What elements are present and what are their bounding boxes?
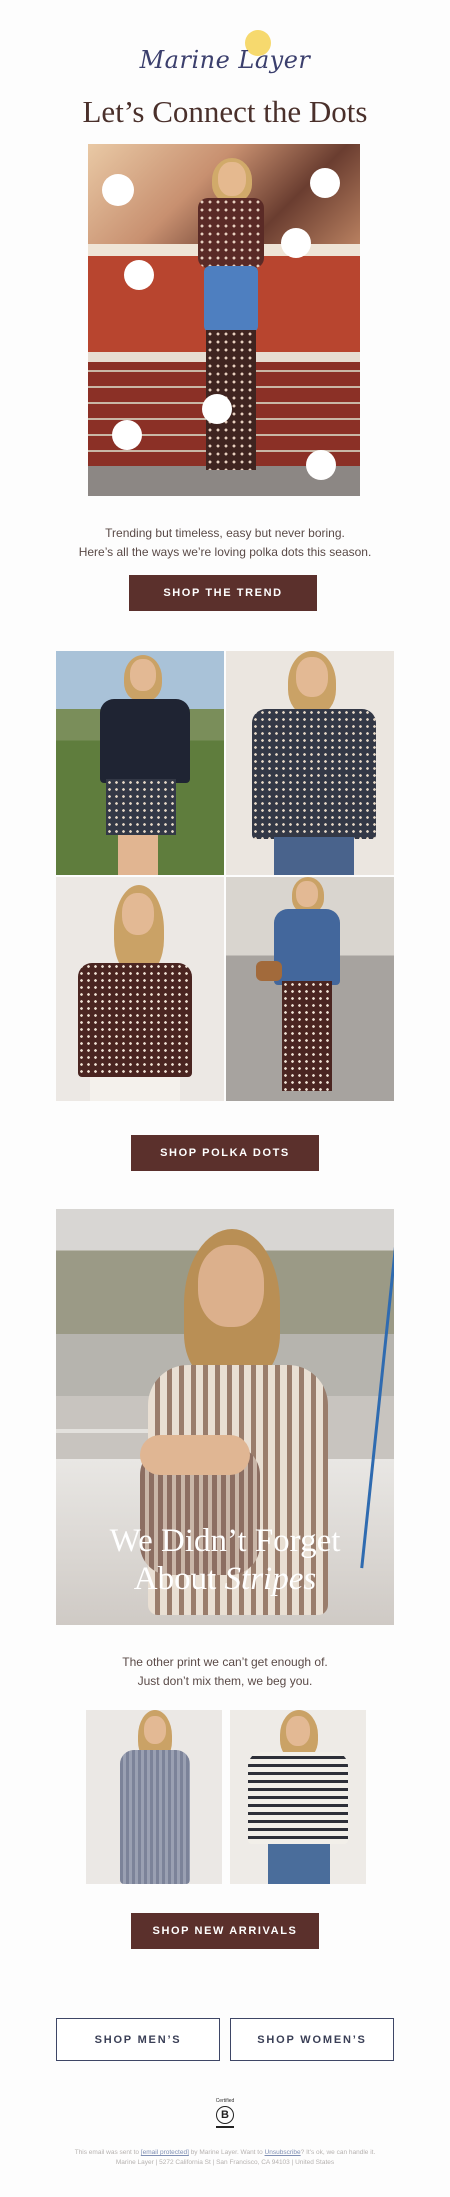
polka-dot-graphic (102, 174, 134, 206)
page-title: Let’s Connect the Dots (82, 94, 368, 129)
email-link[interactable]: [email protected] (141, 2149, 189, 2156)
model-figure (196, 158, 266, 482)
intro-line-2: Here’s all the ways we’re loving polka d… (78, 545, 372, 559)
email-body: Marine Layer Let’s Connect the Dots Tren… (0, 0, 450, 2197)
footer-line-1: This email was sent to [email protected]… (74, 2149, 376, 2156)
polka-dot-graphic (281, 228, 311, 258)
polka-dot-graphic (306, 450, 336, 480)
intro-copy: Trending but timeless, easy but never bo… (0, 524, 450, 562)
stripes-title-line-1: We Didn’t Forget (109, 1523, 341, 1559)
b-corp-logo: Certified B (214, 2098, 236, 2132)
shop-new-arrivals-button[interactable]: SHOP NEW ARRIVALS (131, 1913, 319, 1949)
stripes-copy-line-2: Just don’t mix them, we beg you. (137, 1674, 313, 1688)
stripes-photo-1[interactable] (86, 1710, 222, 1884)
stripes-title-line-2: About Stripes (133, 1561, 317, 1597)
footer-address: Marine Layer | 5272 California St | San … (115, 2159, 335, 2166)
shop-the-trend-button[interactable]: SHOP THE TREND (129, 575, 317, 611)
polka-photo-1[interactable] (56, 651, 224, 875)
polka-dot-graphic (202, 394, 232, 424)
logo-text: Marine Layer (139, 46, 311, 74)
bcorp-b-icon: B (216, 2106, 234, 2124)
stripes-copy-line-1: The other print we can’t get enough of. (122, 1655, 328, 1669)
polka-photo-3[interactable] (56, 877, 224, 1101)
stripes-photo-2[interactable] (230, 1710, 366, 1884)
brand-logo[interactable]: Marine Layer (0, 14, 450, 74)
footer: This email was sent to [email protected]… (60, 2148, 390, 2168)
polka-dot-graphic (310, 168, 340, 198)
shop-mens-button[interactable]: SHOP MEN’S (56, 2018, 220, 2061)
intro-line-1: Trending but timeless, easy but never bo… (105, 526, 345, 540)
polka-photo-4[interactable] (226, 877, 394, 1101)
unsubscribe-link[interactable]: Unsubscribe (265, 2149, 301, 2156)
hero-image[interactable] (88, 144, 360, 496)
stripes-title: We Didn’t Forget About Stripes (56, 1522, 394, 1598)
shop-polka-dots-button[interactable]: SHOP POLKA DOTS (131, 1135, 319, 1171)
polka-dot-graphic (124, 260, 154, 290)
bcorp-certified-label: Certified (215, 2098, 235, 2104)
stripes-copy: The other print we can’t get enough of. … (0, 1653, 450, 1691)
polka-photo-2[interactable] (226, 651, 394, 875)
polka-dot-graphic (112, 420, 142, 450)
shop-womens-button[interactable]: SHOP WOMEN’S (230, 2018, 394, 2061)
